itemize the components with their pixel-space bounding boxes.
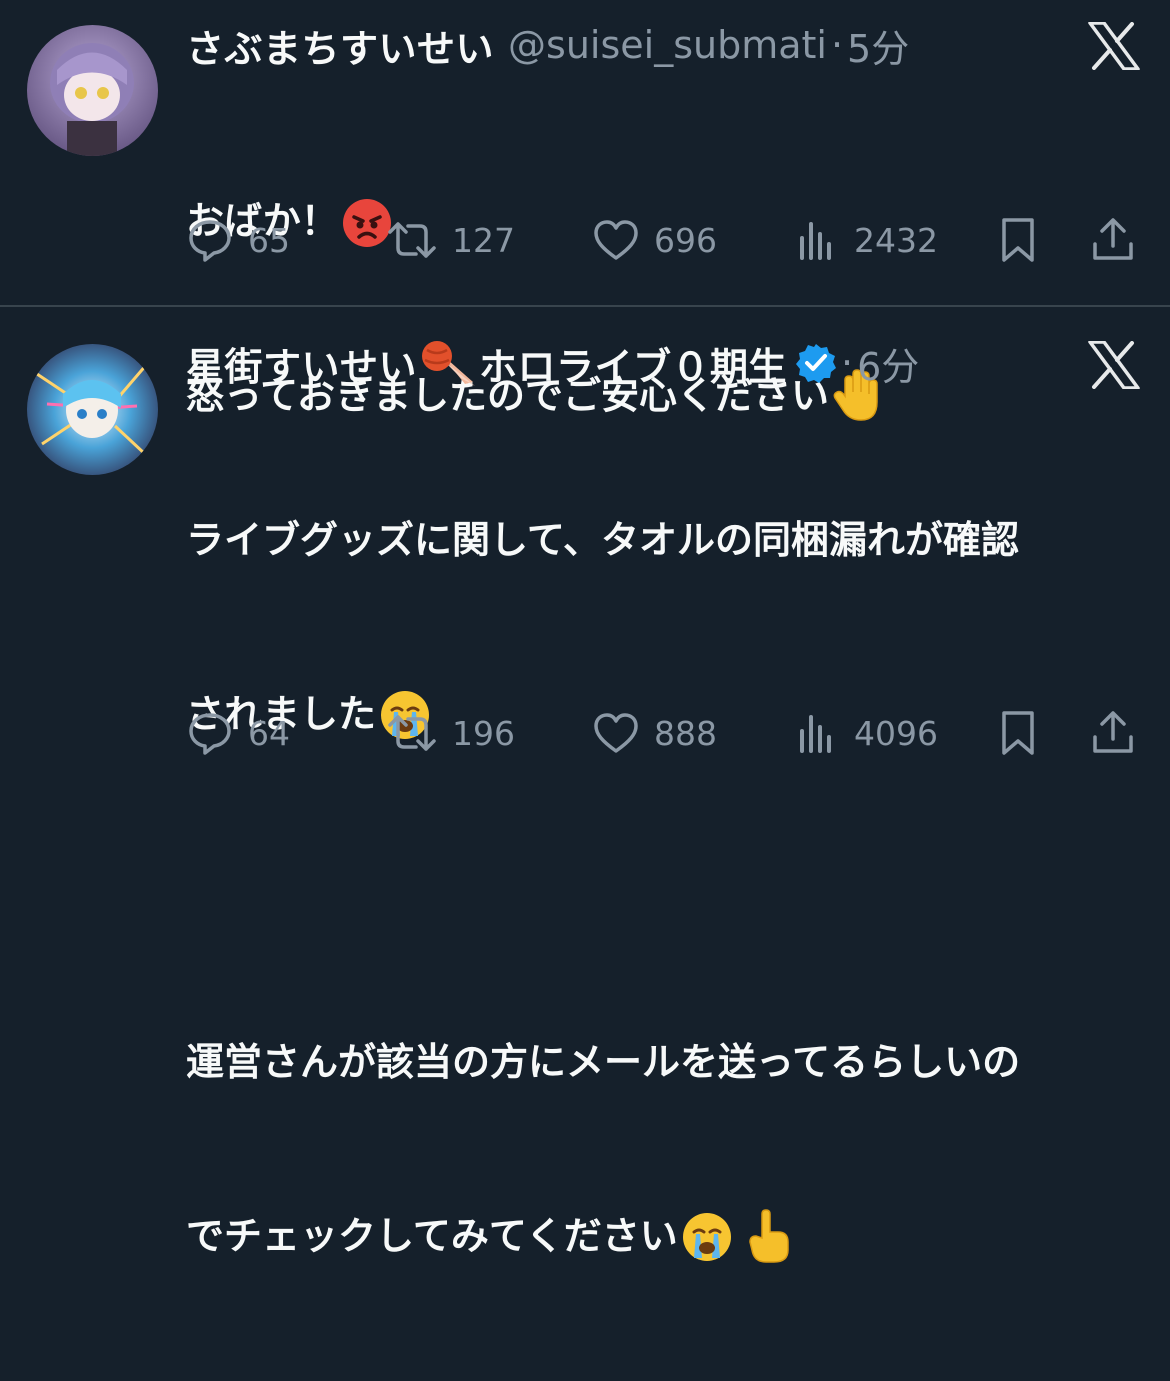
x-logo-icon[interactable] <box>1088 22 1140 70</box>
heart-icon <box>594 220 638 260</box>
retweet-icon <box>388 222 436 258</box>
reply-button[interactable]: 64 <box>186 703 290 763</box>
retweet-count: 196 <box>452 713 515 753</box>
reply-count: 64 <box>248 713 290 753</box>
avatar-image <box>27 344 158 475</box>
share-button[interactable] <box>1090 703 1136 763</box>
tweet-text: ライブグッズに関して、タオルの同梱漏れが確認 されました 運営さんが該当の方にメ… <box>186 395 1146 1381</box>
tweet-header: 星街すいせい ホロライブ０期生 · 6分 <box>186 336 919 391</box>
bookmark-icon <box>1002 218 1034 262</box>
bookmark-button[interactable] <box>998 210 1038 270</box>
view-count: 4096 <box>854 713 938 753</box>
retweet-button[interactable]: 196 <box>386 703 515 763</box>
reply-icon <box>189 220 231 262</box>
text-line: でチェックしてみてください <box>186 1214 678 1258</box>
avatar[interactable] <box>27 344 158 475</box>
like-button[interactable]: 888 <box>592 703 717 763</box>
bookmark-button[interactable] <box>998 703 1038 763</box>
views-chart-icon <box>800 222 831 260</box>
share-icon <box>1093 711 1133 753</box>
views-button[interactable]: 2432 <box>796 210 938 270</box>
separator-dot: · <box>830 23 844 67</box>
text-line: 運営さんが該当の方にメールを送ってるらしいの <box>186 1040 1021 1084</box>
x-logo-icon[interactable] <box>1088 341 1140 389</box>
views-chart-icon <box>800 715 831 753</box>
display-name-suffix[interactable]: ホロライブ０期生 <box>479 336 787 391</box>
action-bar: 65 127 696 2432 <box>186 210 1146 270</box>
view-count: 2432 <box>854 220 938 260</box>
retweet-icon <box>388 715 436 751</box>
action-bar: 64 196 888 4096 <box>186 703 1146 763</box>
views-button[interactable]: 4096 <box>796 703 938 763</box>
like-button[interactable]: 696 <box>592 210 717 270</box>
bookmark-icon <box>1002 711 1034 755</box>
tweet-header: さぶまちすいせい @suisei_submati · 5分 <box>186 18 909 73</box>
like-count: 696 <box>654 220 717 260</box>
retweet-button[interactable]: 127 <box>386 210 515 270</box>
crying-face-icon <box>678 1210 734 1268</box>
reply-button[interactable]: 65 <box>186 210 290 270</box>
share-button[interactable] <box>1090 210 1136 270</box>
like-count: 888 <box>654 713 717 753</box>
reply-count: 65 <box>248 220 290 260</box>
separator-dot: · <box>841 341 854 385</box>
tweet[interactable]: 星街すいせい ホロライブ０期生 · 6分 ライブグッズに関して、タオルの同梱漏れ… <box>0 307 1170 1263</box>
comet-icon <box>417 338 479 388</box>
user-handle[interactable]: @suisei_submati <box>508 23 827 67</box>
avatar[interactable] <box>27 25 158 156</box>
share-icon <box>1093 218 1133 260</box>
avatar-image <box>27 25 158 156</box>
tweet[interactable]: さぶまちすいせい @suisei_submati · 5分 おばか！ 怒っておき… <box>0 0 1170 421</box>
retweet-count: 127 <box>452 220 515 260</box>
heart-icon <box>594 713 638 753</box>
verified-badge-icon[interactable] <box>795 342 837 384</box>
text-line: ライブグッズに関して、タオルの同梱漏れが確認 <box>186 518 1019 562</box>
display-name[interactable]: 星街すいせい <box>186 336 417 391</box>
display-name[interactable]: さぶまちすいせい <box>186 18 494 73</box>
pointing-up-icon <box>734 1208 794 1270</box>
timestamp[interactable]: 6分 <box>857 336 919 391</box>
reply-icon <box>189 713 231 755</box>
timestamp[interactable]: 5分 <box>847 18 909 73</box>
